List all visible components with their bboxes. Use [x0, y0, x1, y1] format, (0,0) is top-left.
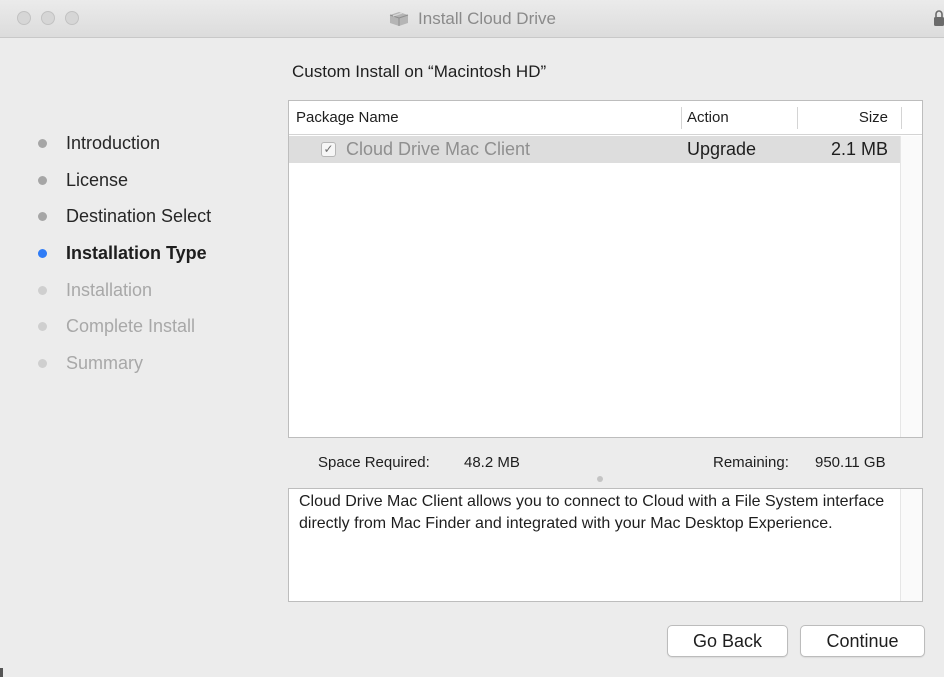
step-summary: Summary [38, 350, 143, 376]
space-required-label: Space Required: [318, 454, 430, 471]
package-action-cell: Upgrade [687, 139, 757, 159]
step-label: License [66, 169, 129, 190]
step-label: Introduction [66, 132, 161, 153]
package-name-cell: Cloud Drive Mac Client [346, 139, 531, 159]
step-complete-install: Complete Install [38, 313, 195, 339]
step-introduction: Introduction [38, 130, 160, 156]
space-info-bar: Space Required: 48.2 MB Remaining: 950.1… [288, 438, 923, 488]
lock-icon [934, 10, 944, 26]
package-size-cell: 2.1 MB [830, 139, 888, 159]
step-label: Complete Install [66, 315, 196, 336]
step-label: Installation [66, 279, 153, 300]
column-divider [901, 107, 902, 129]
column-divider[interactable] [797, 107, 798, 129]
package-checkbox[interactable]: ✓ [321, 142, 336, 157]
continue-button[interactable]: Continue [800, 625, 925, 657]
step-indicator-dot [38, 358, 47, 368]
step-label: Installation Type [66, 242, 207, 263]
window-edge-marker [0, 668, 3, 677]
step-destination-select: Destination Select [38, 203, 211, 229]
step-installation-type: Installation Type [38, 240, 207, 266]
table-row[interactable]: ✓ Cloud Drive Mac Client Upgrade 2.1 MB [289, 136, 901, 163]
package-table: Package Name Action Size ✓ Cloud Drive M… [288, 100, 923, 438]
step-indicator-dot [38, 321, 47, 331]
table-header: Package Name Action Size [289, 101, 922, 135]
step-license: License [38, 167, 128, 193]
title-bar[interactable]: Install Cloud Drive [0, 0, 944, 38]
step-label: Summary [66, 352, 144, 373]
table-scrollbar[interactable] [900, 136, 922, 437]
step-indicator-dot [38, 211, 47, 221]
step-indicator-dot [38, 248, 47, 258]
step-indicator-dot [38, 175, 47, 185]
description-scrollbar[interactable] [900, 489, 922, 601]
split-view-handle[interactable] [597, 476, 603, 482]
column-header-package-name[interactable]: Package Name [296, 101, 399, 134]
column-divider[interactable] [681, 107, 682, 129]
step-indicator-dot [38, 285, 47, 295]
column-header-action[interactable]: Action [687, 101, 729, 134]
installer-box-icon [388, 11, 410, 27]
step-installation: Installation [38, 277, 152, 303]
column-header-size[interactable]: Size [799, 101, 888, 134]
window-title: Install Cloud Drive [418, 9, 556, 28]
page-title: Custom Install on “Macintosh HD” [292, 62, 547, 81]
package-description-box: Cloud Drive Mac Client allows you to con… [288, 488, 923, 602]
go-back-button[interactable]: Go Back [667, 625, 788, 657]
space-remaining-label: Remaining: [713, 454, 789, 471]
package-description: Cloud Drive Mac Client allows you to con… [299, 493, 885, 532]
installer-steps-sidebar: Introduction License Destination Select … [0, 38, 270, 677]
step-indicator-dot [38, 138, 47, 148]
step-label: Destination Select [66, 205, 212, 226]
space-required-value: 48.2 MB [464, 454, 520, 471]
space-remaining-value: 950.11 GB [815, 454, 886, 471]
